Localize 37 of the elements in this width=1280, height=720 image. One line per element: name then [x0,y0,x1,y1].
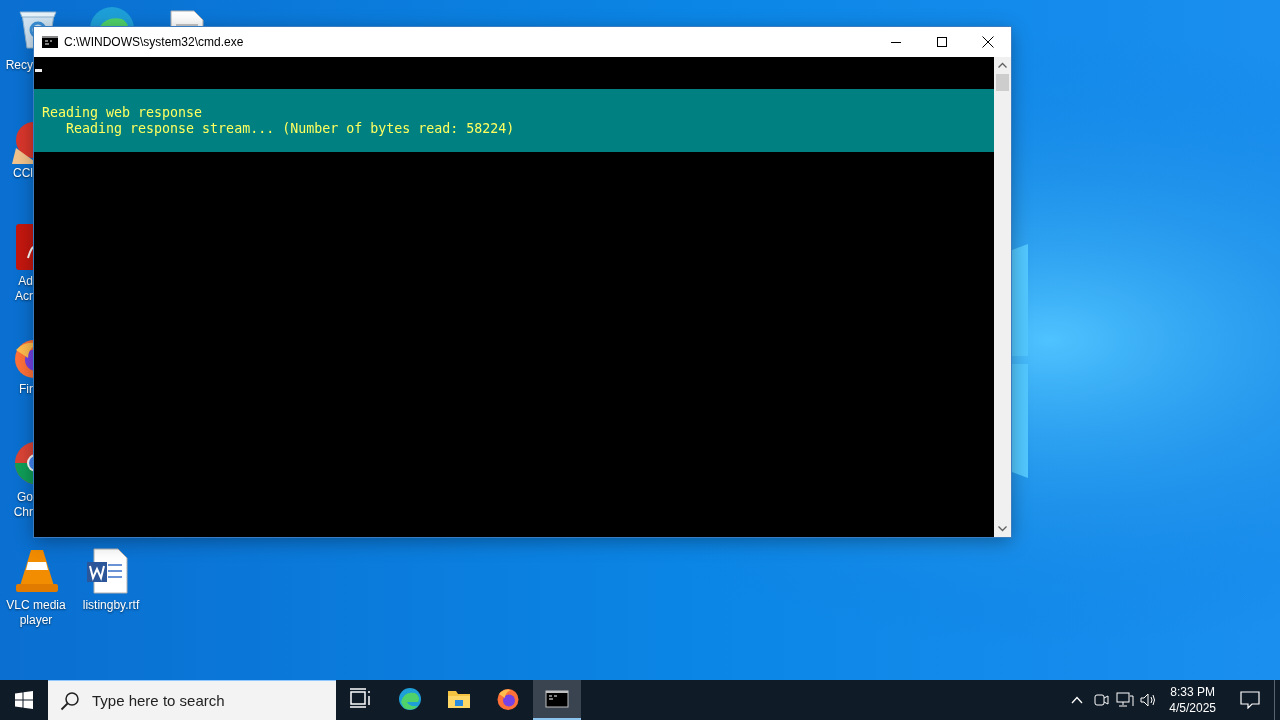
terminal-icon [42,36,58,48]
firefox-icon [496,687,520,711]
notification-icon[interactable] [1240,691,1260,709]
network-icon[interactable] [1116,692,1135,708]
task-view-icon [349,687,373,711]
icon-label[interactable]: Ad Acr [0,274,33,304]
maximize-icon [937,37,947,47]
terminal-icon [545,687,569,711]
traffic-cone-icon[interactable] [14,548,60,594]
progress-text: Reading response stream... (Number of bytes read: 58224) [65,121,516,137]
pdf-reader-icon[interactable] [14,224,34,270]
search-bar[interactable]: Type here to search [48,680,336,720]
scroll-thumb[interactable] [996,74,1009,91]
search-field[interactable]: Type here to search [90,691,324,710]
ccleaner-icon[interactable] [12,120,34,164]
edge-icon [398,687,422,711]
scrollbar[interactable] [994,57,1011,537]
clock-time: 8:33 PM [1170,684,1215,700]
icon-label[interactable]: Fir [0,382,33,397]
chevron-up-icon[interactable] [1071,696,1084,704]
text-cursor [35,69,42,72]
icon-label[interactable]: listingby.rtf [72,598,150,613]
search-icon [60,690,80,711]
taskbar-app-button[interactable] [533,680,581,720]
icon-label[interactable]: Recy [0,58,33,73]
camera-icon[interactable] [1093,692,1110,708]
close-icon [982,36,994,48]
window-title: C:\WINDOWS\system32\cmd.exe [64,35,245,49]
windows-logo-icon [15,691,33,709]
clock[interactable]: 8:33 PM 4/5/2025 [1161,684,1224,716]
icon-label[interactable]: CCl [0,166,33,181]
clock-date: 4/5/2025 [1169,700,1216,716]
word-document-icon[interactable] [86,548,128,594]
icon-label[interactable]: Go Chr [0,490,33,520]
progress-text: Reading web response [42,105,204,121]
document-icon[interactable] [170,10,204,27]
icon-label[interactable]: VLC media player [0,598,72,628]
